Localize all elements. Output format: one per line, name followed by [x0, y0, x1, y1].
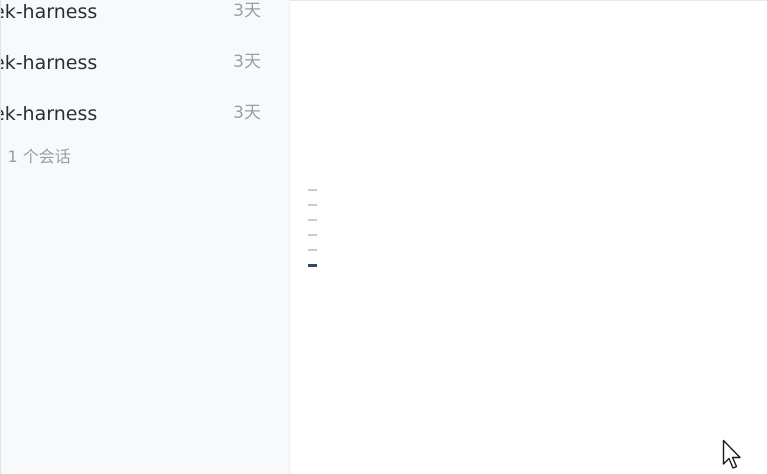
scroll-mark[interactable]: [308, 189, 317, 191]
more-sessions-link[interactable]: • 1 个会话: [1, 146, 71, 168]
session-time: 3天: [233, 103, 261, 123]
scroll-mark[interactable]: [308, 234, 317, 236]
session-time: 3天: [233, 1, 261, 21]
session-title: ek-harness: [0, 52, 98, 74]
scroll-mark-active[interactable]: [308, 264, 317, 267]
session-item[interactable]: ek-harness 3天: [0, 51, 289, 91]
scroll-position-indicator[interactable]: [308, 189, 318, 280]
app-window: ek-harness 3天 ek-harness 3天 ek-harness 3…: [0, 0, 767, 474]
main-panel: [290, 0, 767, 474]
session-item[interactable]: ek-harness 3天: [0, 0, 289, 40]
session-time: 3天: [233, 52, 261, 72]
session-title: ek-harness: [0, 1, 98, 23]
session-sidebar: ek-harness 3天 ek-harness 3天 ek-harness 3…: [0, 0, 290, 474]
mouse-cursor-icon: [722, 439, 741, 469]
scroll-mark[interactable]: [308, 249, 317, 251]
scroll-mark[interactable]: [308, 219, 317, 221]
session-title: ek-harness: [0, 103, 98, 125]
session-item[interactable]: ek-harness 3天: [0, 102, 289, 142]
scroll-mark[interactable]: [308, 204, 317, 206]
